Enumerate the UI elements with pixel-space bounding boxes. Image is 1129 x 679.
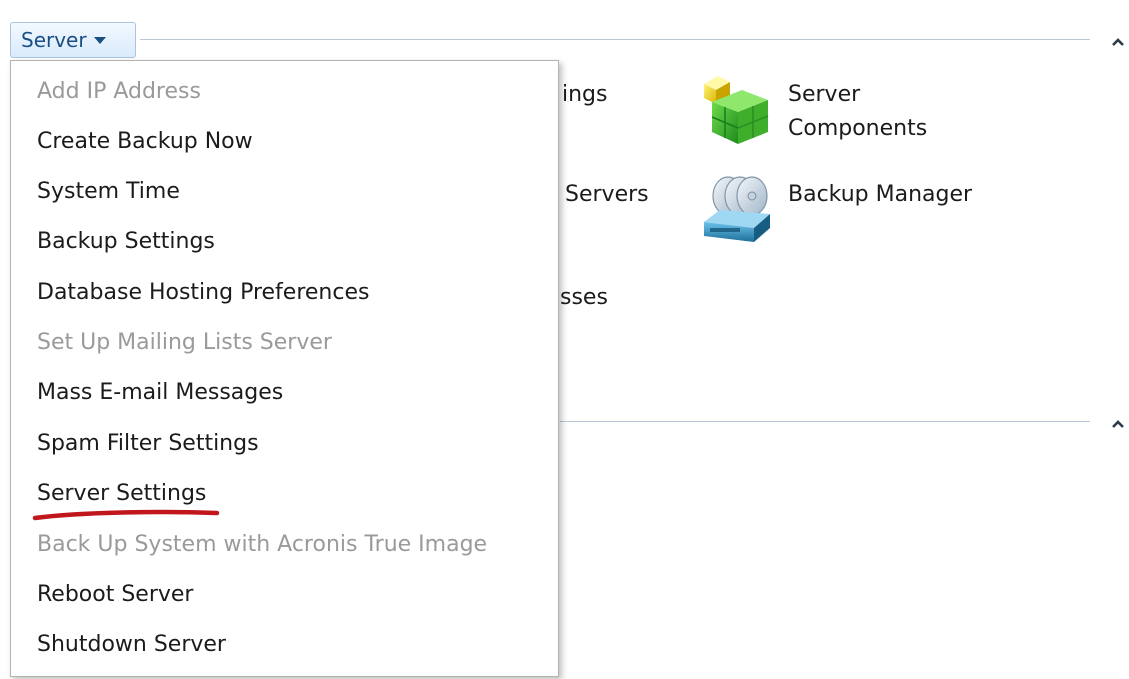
menu-item-set-up-mailing-lists-server: Set Up Mailing Lists Server: [37, 330, 332, 355]
menu-item-reboot-server[interactable]: Reboot Server: [37, 573, 193, 617]
server-menu-label: Server: [21, 28, 87, 52]
servers-link-fragment[interactable]: Servers: [565, 178, 649, 211]
highlight-underline: [32, 509, 220, 521]
server-components-label-line2: Components: [788, 116, 928, 142]
menu-item-mass-email-messages[interactable]: Mass E-mail Messages: [37, 371, 283, 415]
section-divider-top: [140, 39, 1090, 40]
menu-item-create-backup-now[interactable]: Create Backup Now: [37, 120, 253, 164]
server-menu-button[interactable]: Server: [10, 22, 136, 58]
addresses-link-fragment[interactable]: sses: [560, 281, 608, 314]
menu-item-spam-filter-settings[interactable]: Spam Filter Settings: [37, 422, 259, 466]
menu-item-backup-settings[interactable]: Backup Settings: [37, 220, 215, 264]
chevron-up-icon[interactable]: [1110, 418, 1126, 430]
menu-item-database-hosting-preferences[interactable]: Database Hosting Preferences: [37, 271, 369, 315]
server-components-icon[interactable]: [698, 74, 772, 148]
backup-manager-icon[interactable]: [700, 174, 774, 250]
chevron-up-icon[interactable]: [1110, 36, 1126, 48]
backup-manager-link[interactable]: Backup Manager: [788, 178, 972, 211]
chevron-down-icon: [93, 37, 106, 44]
server-components-link[interactable]: Server Components: [788, 78, 927, 146]
menu-item-back-up-system-acronis: Back Up System with Acronis True Image: [37, 532, 488, 557]
server-dropdown-menu: Add IP Address Create Backup Now System …: [10, 60, 559, 677]
section-divider-middle: [560, 421, 1090, 422]
settings-link-fragment[interactable]: ings: [562, 78, 607, 111]
menu-item-system-time[interactable]: System Time: [37, 170, 180, 214]
menu-item-add-ip-address: Add IP Address: [37, 79, 201, 104]
menu-item-shutdown-server[interactable]: Shutdown Server: [37, 623, 226, 667]
server-components-label-line1: Server: [788, 82, 861, 107]
